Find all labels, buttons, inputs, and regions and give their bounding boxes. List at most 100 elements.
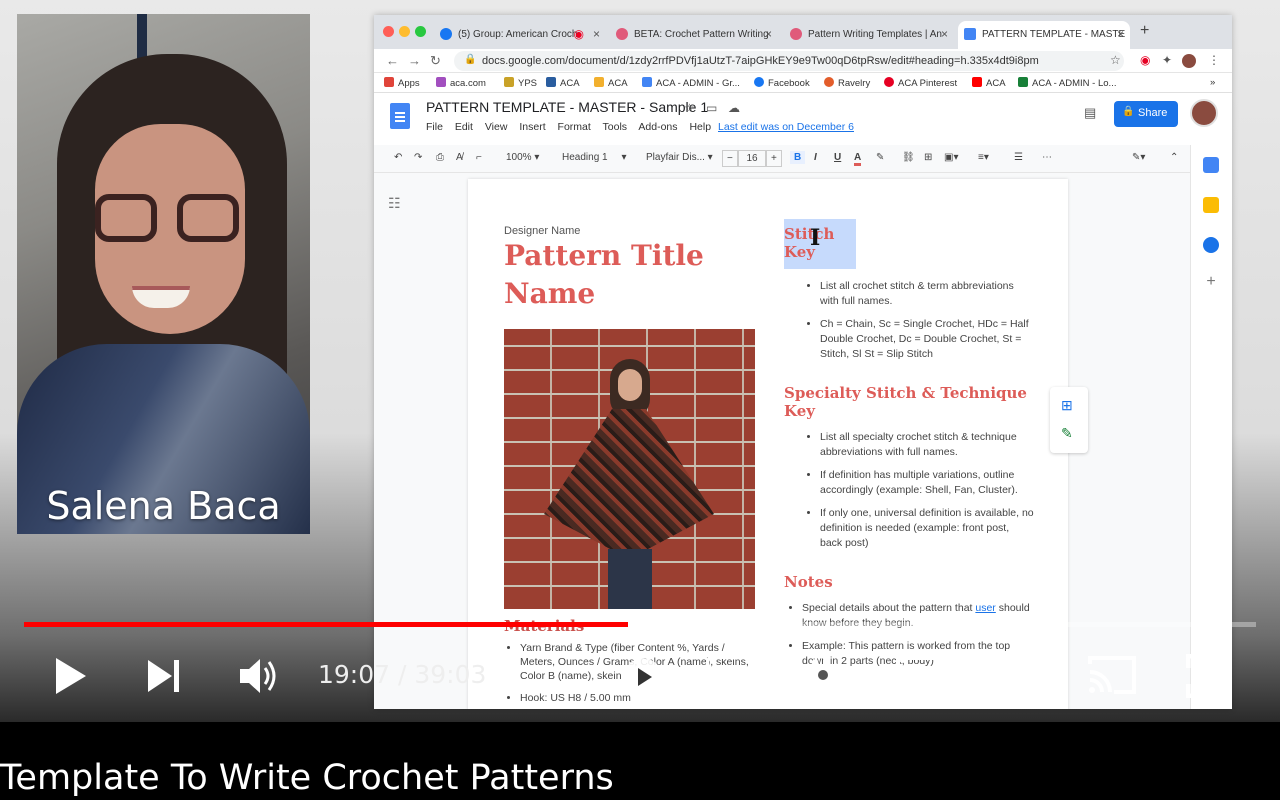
reload-icon[interactable]: ↻	[430, 53, 441, 69]
star-icon[interactable]: ☆	[684, 101, 695, 115]
bookmark-aca-admin-gr[interactable]: ACA - ADMIN - Gr...	[642, 77, 740, 89]
tab-beta-crochet[interactable]: BETA: Crochet Pattern Writing ×	[610, 21, 778, 49]
calendar-icon[interactable]	[1203, 157, 1219, 173]
address-bar[interactable]: 🔒 docs.google.com/document/d/1zdy2rrfPDV…	[454, 51, 1124, 71]
italic-button[interactable]: I	[814, 152, 817, 163]
pattern-photo[interactable]	[504, 329, 755, 609]
profile-avatar[interactable]	[1182, 54, 1196, 68]
bookmark-aca-2[interactable]: ACA	[594, 77, 628, 89]
video-progress-bar[interactable]	[24, 622, 1256, 627]
bookmark-star-icon[interactable]: ☆	[1110, 53, 1121, 67]
align-icon[interactable]: ≡▾	[978, 152, 989, 163]
move-folder-icon[interactable]: ▭	[706, 101, 717, 115]
insert-link-icon[interactable]: ⛓	[902, 152, 915, 163]
bookmark-yps[interactable]: YPS	[504, 77, 537, 89]
bold-button[interactable]: B	[790, 151, 806, 164]
next-video-icon[interactable]	[146, 658, 182, 694]
list-item[interactable]: If definition has multiple variations, o…	[820, 468, 1034, 498]
list-item[interactable]: If only one, universal definition is ava…	[820, 506, 1034, 551]
add-comment-icon[interactable]: ⊞	[924, 152, 932, 163]
close-tab-icon[interactable]: ×	[941, 27, 948, 41]
pinterest-extension-icon[interactable]: ◉	[1140, 53, 1150, 67]
spellcheck-word[interactable]: user	[975, 602, 995, 614]
pattern-title[interactable]: Pattern Title Name	[504, 237, 724, 313]
tab-pattern-template-master[interactable]: PATTERN TEMPLATE - MASTE ×	[958, 21, 1130, 49]
menu-insert[interactable]: Insert	[519, 121, 545, 133]
maximize-window-button[interactable]	[415, 26, 426, 37]
document-outline-icon[interactable]: ☷	[388, 195, 401, 212]
undo-icon[interactable]: ↶	[394, 152, 402, 163]
miniplayer-icon[interactable]	[896, 656, 946, 696]
menu-file[interactable]: File	[426, 121, 443, 133]
bookmarks-overflow-button[interactable]: »	[1210, 77, 1215, 88]
close-tab-icon[interactable]: ×	[765, 27, 772, 41]
bookmark-aca-pinterest[interactable]: ACA Pinterest	[884, 77, 957, 89]
menu-view[interactable]: View	[485, 121, 508, 133]
text-color-button[interactable]: A	[854, 152, 862, 166]
captions-button[interactable]: CC	[706, 656, 752, 692]
minimize-window-button[interactable]	[399, 26, 410, 37]
bookmark-apps[interactable]: Apps	[384, 77, 420, 89]
menu-edit[interactable]: Edit	[455, 121, 473, 133]
font-size-decrease-button[interactable]: −	[722, 150, 738, 167]
document-title[interactable]: PATTERN TEMPLATE - MASTER - Sample 1	[426, 99, 708, 115]
menu-format[interactable]: Format	[558, 121, 591, 133]
comment-history-icon[interactable]: ▤	[1084, 105, 1096, 121]
fullscreen-icon[interactable]	[1186, 654, 1230, 698]
list-item[interactable]: Ch = Chain, Sc = Single Crochet, HDc = H…	[820, 317, 1034, 362]
tab-facebook-group[interactable]: (5) Group: American Croch ◉ ×	[434, 21, 606, 49]
add-comment-float-icon[interactable]: ⊞	[1061, 397, 1073, 414]
document-page[interactable]: Designer Name Pattern Title Name Materia…	[468, 179, 1068, 709]
add-on-plus-icon[interactable]: +	[1203, 274, 1219, 291]
video-title[interactable]: Template To Write Crochet Patterns	[0, 758, 614, 798]
bookmark-facebook[interactable]: Facebook	[754, 77, 810, 89]
keep-icon[interactable]	[1203, 197, 1219, 213]
forward-arrow-icon[interactable]: →	[408, 53, 421, 68]
cast-icon[interactable]	[1086, 654, 1138, 696]
font-select[interactable]: Playfair Dis... ▾	[646, 152, 713, 163]
designer-name[interactable]: Designer Name	[504, 225, 580, 237]
list-item[interactable]: List all crochet stitch & term abbreviat…	[820, 279, 1034, 309]
last-edit-link[interactable]: Last edit was on December 6	[718, 121, 854, 133]
redo-icon[interactable]: ↷	[414, 152, 422, 163]
menu-help[interactable]: Help	[689, 121, 711, 133]
bookmark-aca-com[interactable]: aca.com	[436, 77, 486, 89]
zoom-select[interactable]: 100% ▾	[506, 152, 539, 163]
google-docs-logo-icon[interactable]	[390, 103, 410, 129]
browser-menu-icon[interactable]: ⋮	[1208, 53, 1220, 67]
specialty-heading[interactable]: Specialty Stitch & Technique Key	[784, 384, 1034, 420]
paint-format-icon[interactable]: ⌐	[476, 152, 482, 163]
theater-mode-icon[interactable]	[990, 656, 1044, 696]
settings-gear-icon[interactable]	[802, 654, 844, 696]
center-play-button[interactable]	[624, 658, 662, 696]
collapse-toolbar-icon[interactable]: ⌃	[1170, 152, 1178, 163]
close-tab-icon[interactable]: ×	[593, 27, 600, 41]
highlight-pen-icon[interactable]: ✎	[876, 152, 884, 163]
list-item[interactable]: List all specialty crochet stitch & tech…	[820, 430, 1034, 460]
bookmark-aca-1[interactable]: ACA	[546, 77, 580, 89]
tab-pattern-templates[interactable]: Pattern Writing Templates | An ×	[784, 21, 954, 49]
video-frame[interactable]: Salena Baca (5) Group: American Croch ◉ …	[0, 0, 1280, 722]
spellcheck-icon[interactable]: A̸	[456, 152, 463, 163]
bookmark-aca-youtube[interactable]: ACA	[972, 77, 1006, 89]
extensions-puzzle-icon[interactable]: ✦	[1162, 53, 1172, 67]
stitch-key-heading[interactable]: Stitch Key I	[784, 219, 856, 269]
font-size-input[interactable]: 16	[738, 150, 766, 167]
tasks-icon[interactable]	[1203, 237, 1219, 253]
menu-add-ons[interactable]: Add-ons	[638, 121, 677, 133]
print-icon[interactable]: ⎙	[436, 152, 444, 163]
menu-tools[interactable]: Tools	[603, 121, 628, 133]
suggest-edit-icon[interactable]: ✎	[1061, 425, 1073, 442]
style-select[interactable]: Heading 1 ▾	[562, 152, 627, 163]
underline-button[interactable]: U	[834, 152, 841, 163]
volume-icon[interactable]	[238, 656, 280, 696]
back-arrow-icon[interactable]: ←	[386, 53, 399, 68]
close-window-button[interactable]	[383, 26, 394, 37]
new-tab-button[interactable]: +	[1140, 22, 1149, 40]
share-button[interactable]: Share	[1114, 101, 1178, 127]
play-icon[interactable]	[52, 656, 88, 696]
account-avatar[interactable]	[1190, 99, 1218, 127]
notes-heading[interactable]: Notes	[784, 573, 1034, 591]
bookmark-aca-admin-lo[interactable]: ACA - ADMIN - Lo...	[1018, 77, 1116, 89]
document-canvas[interactable]: ☷ Designer Name Pattern Title Name Mater…	[374, 173, 1190, 709]
